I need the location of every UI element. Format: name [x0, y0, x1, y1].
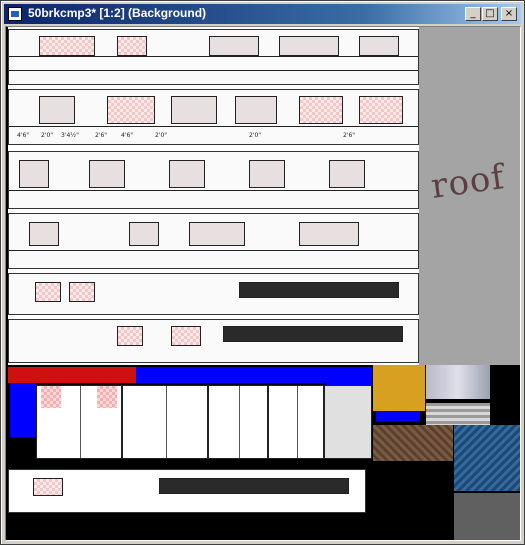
window-panel	[299, 96, 343, 124]
window-panel	[249, 160, 285, 188]
window-title: 50brkcmp3* [1:2] (Background)	[28, 6, 207, 20]
image-window: 50brkcmp3* [1:2] (Background) _ □ × 4'6"…	[0, 0, 525, 545]
crest-emblem	[373, 365, 425, 411]
coach-side-band	[8, 151, 419, 209]
window-panel	[69, 282, 95, 302]
window-panel	[35, 282, 61, 302]
interior-texture	[454, 493, 520, 540]
underframe-strip	[8, 367, 138, 383]
window-panel	[39, 36, 95, 56]
maximize-button[interactable]: □	[482, 7, 498, 21]
window-panel	[279, 36, 339, 56]
blue-strip	[136, 367, 372, 383]
metal-texture	[426, 403, 490, 425]
dimension-label: 4'6"	[121, 132, 134, 139]
blue-panel	[10, 383, 36, 437]
coach-side-band: 4'6" 2'0" 3'4½" 2'6" 4'6" 2'0" 2'0" 2'6"	[8, 89, 419, 145]
image-canvas[interactable]: 4'6" 2'0" 3'4½" 2'6" 4'6" 2'0" 2'0" 2'6"	[5, 26, 521, 541]
close-button[interactable]: ×	[501, 7, 517, 21]
coach-side-textures: 4'6" 2'0" 3'4½" 2'6" 4'6" 2'0" 2'0" 2'6"	[8, 27, 419, 365]
seat-texture	[454, 425, 520, 491]
minimize-button[interactable]: _	[465, 7, 481, 21]
coach-side-band	[8, 319, 419, 363]
floor-texture	[373, 425, 453, 461]
dimension-label: 2'0"	[41, 132, 54, 139]
dimension-label: 3'4½"	[61, 132, 79, 139]
window-panel	[235, 96, 277, 124]
door-texture	[36, 385, 122, 459]
window-panel	[117, 36, 147, 56]
door-texture	[268, 385, 324, 459]
image-icon	[8, 7, 22, 21]
window-panel	[359, 96, 403, 124]
coach-side-band	[8, 29, 419, 85]
window-panel	[171, 96, 217, 124]
window-panel	[299, 222, 359, 246]
window-panel	[107, 96, 155, 124]
window-panel	[223, 326, 403, 342]
window-panel	[117, 326, 143, 346]
window-panel	[33, 478, 63, 496]
window-panel	[171, 326, 201, 346]
dimension-label: 4'6"	[17, 132, 30, 139]
dimension-label: 2'0"	[155, 132, 168, 139]
window-panel	[209, 36, 259, 56]
window-panel	[39, 96, 75, 124]
window-panel	[169, 160, 205, 188]
coach-side-band	[8, 213, 419, 269]
window-panel	[19, 160, 49, 188]
window-panel	[239, 282, 399, 298]
window-panel	[159, 478, 349, 494]
window-panel	[329, 160, 365, 188]
door-texture	[122, 385, 208, 459]
window-panel	[189, 222, 245, 246]
window-panel	[29, 222, 59, 246]
dimension-label: 2'6"	[343, 132, 356, 139]
door-texture	[324, 385, 372, 459]
dimension-label: 2'0"	[249, 132, 262, 139]
window-panel	[89, 160, 125, 188]
roof-texture-area: roof	[419, 27, 520, 365]
wheel-texture	[426, 365, 490, 399]
door-texture	[208, 385, 268, 459]
window-panel	[359, 36, 399, 56]
coach-side-band	[8, 273, 419, 315]
blue-panel	[376, 411, 420, 421]
lower-coach-side	[8, 469, 366, 513]
window-panel	[129, 222, 159, 246]
dimension-label: 2'6"	[95, 132, 108, 139]
title-bar[interactable]: 50brkcmp3* [1:2] (Background) _ □ ×	[4, 4, 521, 24]
roof-annotation: roof	[428, 157, 508, 207]
